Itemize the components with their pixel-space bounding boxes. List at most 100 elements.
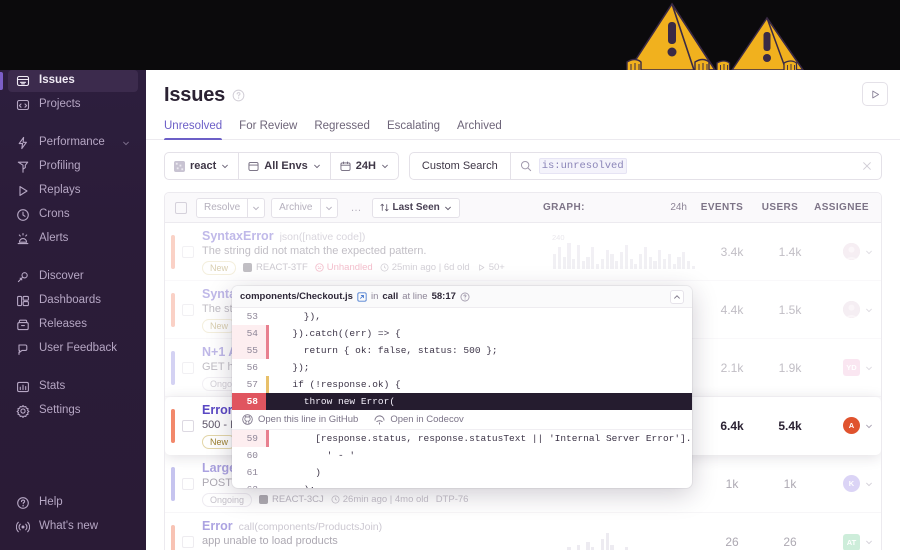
sidebar-item-settings[interactable]: Settings <box>8 400 138 422</box>
sidebar-item-alerts[interactable]: Alerts <box>8 228 138 250</box>
sidebar-item-crons[interactable]: Crons <box>8 204 138 226</box>
close-icon[interactable] <box>862 161 872 171</box>
column-graph-period[interactable]: 24h <box>670 202 687 213</box>
code-line-text: ' - ' <box>281 450 356 461</box>
sidebar-item-releases[interactable]: Releases <box>8 314 138 336</box>
code-line: 54 }).catch((err) => { <box>232 325 692 342</box>
project-short-id: REACT-3TF <box>243 262 308 273</box>
issue-users-count: 1.5k <box>778 302 802 317</box>
open-in-codecov-link[interactable]: Open in Codecov <box>374 414 464 425</box>
issue-assignee[interactable]: YD <box>819 359 881 376</box>
custom-search-button[interactable]: Custom Search <box>410 153 511 179</box>
chevron-down-icon[interactable] <box>865 364 873 372</box>
issues-list-header: Resolve Archive … Last Seen GRAPH: 24h E… <box>165 193 881 223</box>
avatar[interactable]: K <box>843 475 860 492</box>
alerts-icon <box>17 233 29 245</box>
avatar[interactable] <box>843 301 860 318</box>
external-link-icon[interactable] <box>357 291 367 302</box>
resolve-dropdown[interactable] <box>248 197 266 218</box>
window-icon <box>248 161 259 172</box>
tab-archived[interactable]: Archived <box>457 120 502 139</box>
issue-type[interactable]: Error <box>202 403 233 417</box>
row-checkbox[interactable] <box>182 536 194 548</box>
chevron-down-icon[interactable] <box>865 422 873 430</box>
sparkline-max-label: 240 <box>552 232 565 242</box>
resolve-button[interactable]: Resolve <box>196 197 249 218</box>
archive-button[interactable]: Archive <box>271 197 321 218</box>
performance-icon <box>18 136 27 150</box>
chevron-down-icon[interactable] <box>865 538 873 546</box>
sidebar-item-what-s-new[interactable]: What's new <box>8 516 138 538</box>
issue-assignee[interactable]: K <box>819 475 881 492</box>
avatar[interactable] <box>843 243 860 260</box>
sort-button[interactable]: Last Seen <box>371 197 460 218</box>
code-line-text: throw new Error( <box>281 396 396 407</box>
sidebar-item-label: Dashboards <box>39 294 102 307</box>
issue-assignee[interactable] <box>819 243 881 260</box>
code-line-text: [response.status, response.statusText ||… <box>281 433 692 444</box>
search-input[interactable]: is:unresolved <box>511 153 881 179</box>
project-square-icon <box>259 495 269 504</box>
sidebar-item-user-feedback[interactable]: User Feedback <box>8 338 138 360</box>
issue-assignee[interactable]: AT <box>819 533 881 550</box>
chevron-down-icon[interactable] <box>865 248 873 256</box>
row-checkbox[interactable] <box>182 361 194 374</box>
column-events: EVENTS <box>700 202 744 213</box>
issue-assignee[interactable]: A <box>819 417 881 434</box>
environment-filter[interactable]: All Envs <box>239 153 331 179</box>
more-actions-button[interactable]: … <box>344 202 370 214</box>
sidebar-divider <box>0 118 146 132</box>
sidebar-item-performance[interactable]: Performance <box>8 132 138 154</box>
search-group: Custom Search is:unresolved <box>408 152 882 180</box>
project-filter[interactable]: react <box>165 153 240 179</box>
code-file-name[interactable]: components/Checkout.js <box>240 291 353 302</box>
sidebar-item-projects[interactable]: Projects <box>8 94 138 116</box>
tab-escalating[interactable]: Escalating <box>387 120 440 139</box>
sidebar-item-replays[interactable]: Replays <box>8 180 138 202</box>
sidebar-item-stats[interactable]: Stats <box>8 376 138 398</box>
avatar[interactable]: AT <box>843 533 860 550</box>
tab-for-review[interactable]: For Review <box>239 120 297 139</box>
issue-age: 26min ago | 4mo old <box>331 494 429 505</box>
sidebar-divider <box>0 424 146 438</box>
issue-events-count: 4.4k <box>720 302 744 317</box>
info-circle-icon[interactable] <box>460 291 470 302</box>
row-checkbox[interactable] <box>182 303 194 316</box>
play-button[interactable] <box>862 82 888 106</box>
row-checkbox[interactable] <box>182 419 194 432</box>
projects-icon <box>16 99 30 111</box>
issue-users-count: 1.9k <box>778 360 802 375</box>
issue-assignee[interactable] <box>819 301 881 318</box>
resolve-action[interactable]: Resolve <box>196 197 266 218</box>
collapse-button[interactable] <box>670 289 684 304</box>
avatar[interactable]: A <box>843 417 860 434</box>
code-line: 55 return { ok: false, status: 500 }; <box>232 342 692 359</box>
open-in-github-link[interactable]: Open this line in GitHub <box>242 414 358 425</box>
sidebar-item-help[interactable]: Help <box>8 492 138 514</box>
chevron-down-icon[interactable] <box>865 480 873 488</box>
issue-type[interactable]: Error <box>202 519 233 533</box>
row-checkbox[interactable] <box>182 477 194 490</box>
code-lines-bottom: 59 [response.status, response.statusText… <box>232 430 692 488</box>
chevron-down-icon[interactable] <box>865 306 873 314</box>
archive-action[interactable]: Archive <box>271 197 338 218</box>
code-line: 53 }), <box>232 308 692 325</box>
table-row[interactable]: SyntaxError json([native code]) The string… <box>165 223 881 281</box>
avatar[interactable]: YD <box>843 359 860 376</box>
tab-regressed[interactable]: Regressed <box>314 120 370 139</box>
select-all-checkbox[interactable] <box>175 201 187 214</box>
sidebar-item-discover[interactable]: Discover <box>8 266 138 288</box>
sidebar-item-dashboards[interactable]: Dashboards <box>8 290 138 312</box>
archive-dropdown[interactable] <box>320 197 338 218</box>
sidebar-item-issues[interactable]: Issues <box>0 70 138 92</box>
tab-unresolved[interactable]: Unresolved <box>164 120 223 140</box>
period-filter[interactable]: 24H <box>331 153 398 179</box>
sidebar-item-label: Profiling <box>39 160 81 173</box>
sidebar-item-profiling[interactable]: Profiling <box>8 156 138 178</box>
table-row[interactable]: Error call(components/ProductsJoin) app un… <box>165 513 881 550</box>
issue-type[interactable]: SyntaxError <box>202 229 274 243</box>
code-popup-header: components/Checkout.js in call at line 5… <box>232 286 692 308</box>
code-at-line-label: at line <box>402 291 428 302</box>
row-checkbox[interactable] <box>182 245 194 258</box>
question-circle-icon[interactable] <box>232 89 245 102</box>
